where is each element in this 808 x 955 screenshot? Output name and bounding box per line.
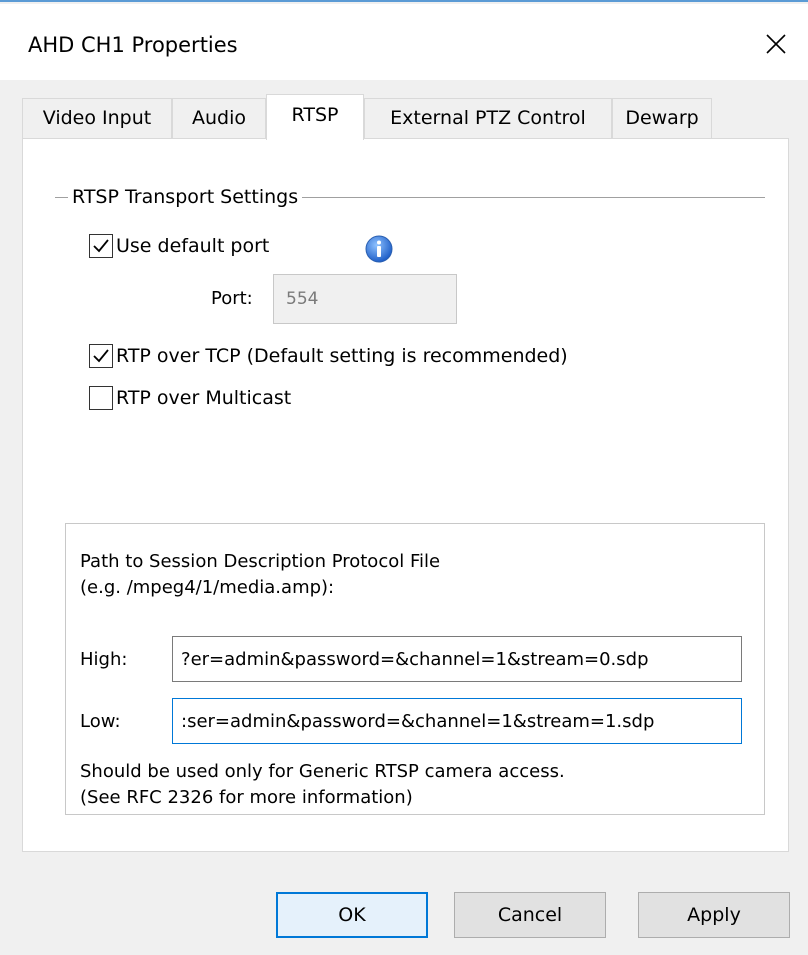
rtp-over-multicast-checkbox[interactable]: RTP over Multicast <box>89 383 291 413</box>
info-icon[interactable] <box>365 235 393 263</box>
sdp-heading-line2: (e.g. /mpeg4/1/media.amp): <box>80 577 335 598</box>
tab-dewarp[interactable]: Dewarp <box>612 98 712 138</box>
cancel-button[interactable]: Cancel <box>454 892 606 938</box>
tab-video-input[interactable]: Video Input <box>22 98 172 138</box>
checkbox-box <box>89 234 113 258</box>
sdp-note-line2: (See RFC 2326 for more information) <box>80 787 413 808</box>
close-icon <box>766 34 786 54</box>
rtsp-tab-panel: RTSP Transport Settings Use default port… <box>22 138 789 852</box>
tab-external-ptz-control[interactable]: External PTZ Control <box>364 98 612 138</box>
checkmark-icon <box>93 349 109 363</box>
high-path-input[interactable] <box>172 636 742 682</box>
use-default-port-checkbox[interactable]: Use default port <box>89 231 269 261</box>
checkmark-icon <box>93 239 109 253</box>
checkbox-box <box>89 344 113 368</box>
checkbox-box <box>89 386 113 410</box>
ok-button[interactable]: OK <box>276 892 428 938</box>
low-path-input[interactable] <box>172 698 742 744</box>
tab-rtsp[interactable]: RTSP <box>266 94 364 140</box>
rtp-over-tcp-label: RTP over TCP (Default setting is recomme… <box>116 345 568 367</box>
rtp-over-tcp-checkbox[interactable]: RTP over TCP (Default setting is recomme… <box>89 341 568 371</box>
apply-button[interactable]: Apply <box>638 892 790 938</box>
rtsp-transport-group-label: RTSP Transport Settings <box>68 185 303 209</box>
tab-audio[interactable]: Audio <box>172 98 266 138</box>
title-bar: AHD CH1 Properties <box>0 4 808 80</box>
sdp-note-line1: Should be used only for Generic RTSP cam… <box>80 761 565 782</box>
dialog-title: AHD CH1 Properties <box>28 33 238 57</box>
high-label: High: <box>80 649 128 670</box>
rtp-over-multicast-label: RTP over Multicast <box>116 387 292 409</box>
port-label: Port: <box>211 288 253 309</box>
use-default-port-label: Use default port <box>116 235 270 257</box>
close-button[interactable] <box>756 24 796 64</box>
low-label: Low: <box>80 711 121 732</box>
port-input[interactable] <box>273 274 457 324</box>
sdp-path-group: Path to Session Description Protocol Fil… <box>65 523 765 815</box>
properties-dialog: AHD CH1 Properties Video Input Audio RTS… <box>0 0 808 955</box>
sdp-heading-line1: Path to Session Description Protocol Fil… <box>80 551 441 572</box>
